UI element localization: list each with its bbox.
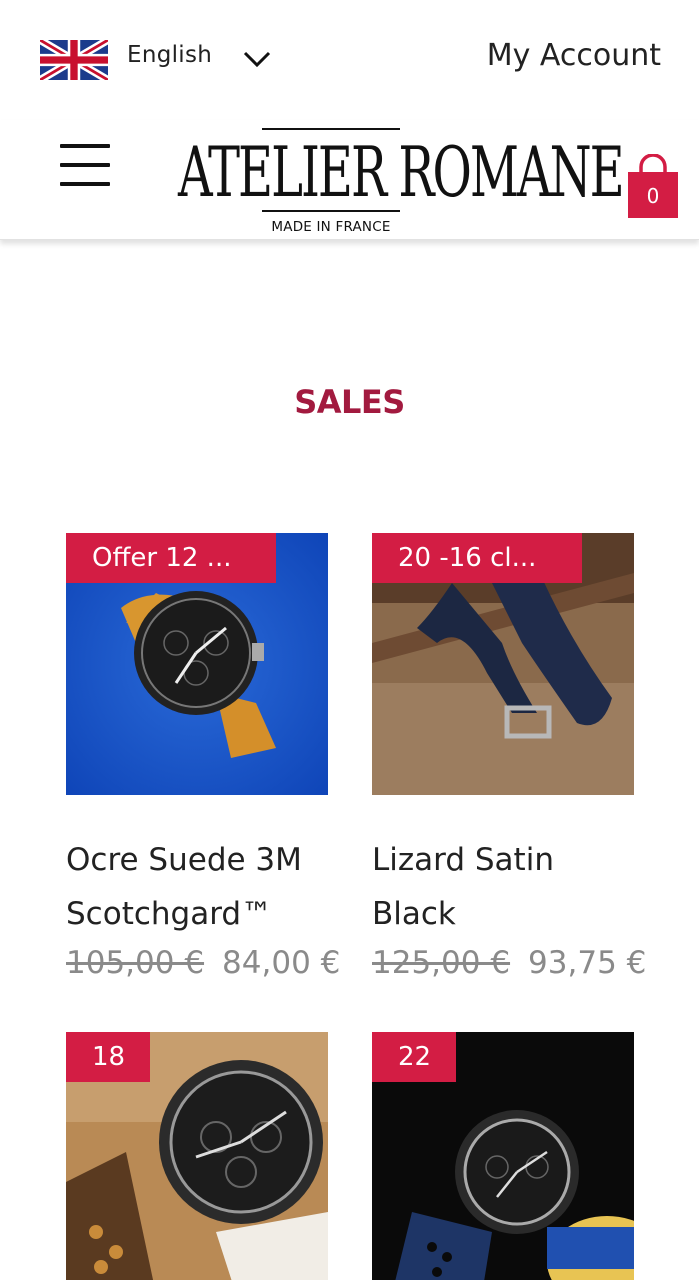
product-name[interactable]: Lizard Satin Black xyxy=(372,833,634,941)
original-price: 125,00 € xyxy=(372,945,511,981)
chevron-down-icon[interactable] xyxy=(240,44,274,74)
cart-count: 0 xyxy=(646,184,660,208)
page-title: SALES xyxy=(294,383,405,421)
product-price: 125,00 € 93,75 € xyxy=(372,941,662,985)
cart-button[interactable]: 0 xyxy=(626,153,680,220)
product-price: 105,00 € 84,00 € xyxy=(66,941,356,985)
sale-price: 84,00 € xyxy=(222,945,341,981)
discount-badge: Offer 12 ... xyxy=(66,533,276,583)
product-name[interactable]: Ocre Suede 3M Scotchgard™ xyxy=(66,833,328,941)
hamburger-menu-icon[interactable] xyxy=(60,142,112,192)
product-image[interactable]: 18 xyxy=(66,1032,328,1280)
my-account-link[interactable]: My Account xyxy=(487,38,661,73)
product-image[interactable]: 20 -16 cl... xyxy=(372,533,634,795)
product-image[interactable]: Offer 12 ... xyxy=(66,533,328,795)
discount-badge: 18 xyxy=(66,1032,150,1082)
logo-rule xyxy=(262,210,400,212)
logo-rule xyxy=(262,128,400,130)
original-price: 105,00 € xyxy=(66,945,205,981)
language-selector[interactable]: English xyxy=(127,42,212,68)
brand-logo[interactable]: ATELIER ROMANE MADE IN FRANCE xyxy=(178,126,625,238)
discount-badge: 22 xyxy=(372,1032,456,1082)
discount-badge: 20 -16 cl... xyxy=(372,533,582,583)
brand-tagline: MADE IN FRANCE xyxy=(271,219,391,235)
brand-name: ATELIER ROMANE xyxy=(178,132,625,214)
site-header: ATELIER ROMANE MADE IN FRANCE 0 xyxy=(0,120,699,240)
sale-price: 93,75 € xyxy=(528,945,647,981)
product-image[interactable]: 22 xyxy=(372,1032,634,1280)
uk-flag-icon[interactable] xyxy=(40,40,108,80)
top-bar: English My Account xyxy=(0,0,699,120)
